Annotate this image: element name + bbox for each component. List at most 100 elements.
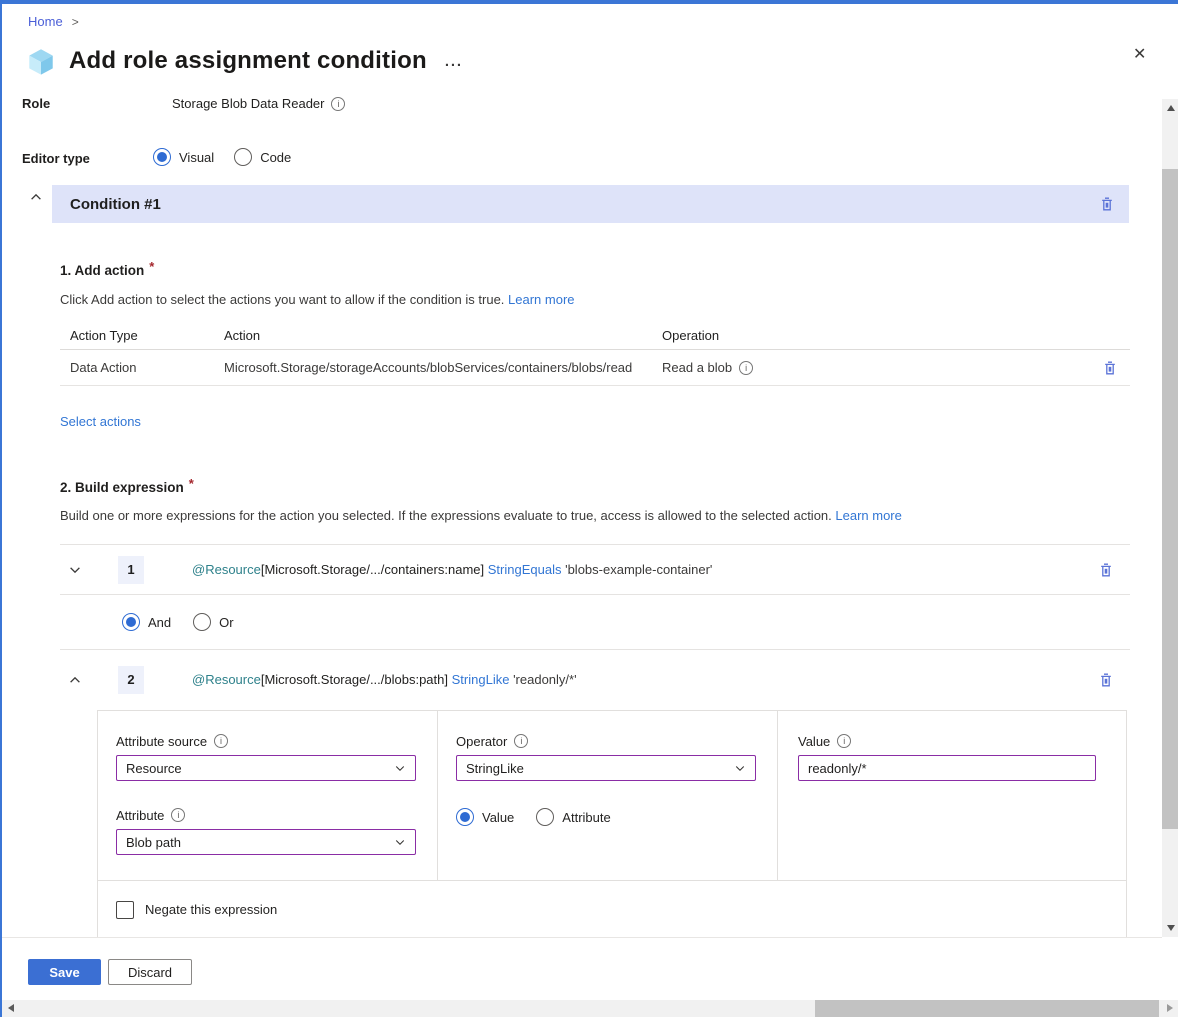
chevron-down-icon: [734, 762, 746, 774]
title-row: Add role assignment condition ···: [26, 46, 463, 76]
delete-expression-1-button[interactable]: [1098, 562, 1114, 578]
col-action-type: Action Type: [70, 328, 224, 343]
role-info-icon[interactable]: [331, 97, 345, 111]
radio-code-label: Code: [260, 150, 291, 165]
delete-condition-button[interactable]: [1099, 196, 1115, 212]
expression-2-collapse-button[interactable]: [68, 673, 82, 687]
action-table-header: Action Type Action Operation: [60, 321, 1130, 350]
cell-operation: Read a blob: [662, 360, 732, 375]
scroll-down-arrow-icon[interactable]: [1167, 925, 1175, 931]
col-action: Action: [224, 328, 662, 343]
operand-attribute-option[interactable]: Attribute: [536, 808, 610, 826]
delete-action-button[interactable]: [1102, 360, 1130, 376]
delete-expression-2-button[interactable]: [1098, 672, 1114, 688]
role-label: Role: [22, 96, 50, 111]
radio-and-label: And: [148, 615, 171, 630]
value-column: Value: [778, 711, 1128, 880]
expression-1-operator-link[interactable]: StringEquals: [488, 562, 562, 577]
cell-action: Microsoft.Storage/storageAccounts/blobSe…: [224, 360, 662, 375]
add-action-learn-more-link[interactable]: Learn more: [508, 292, 574, 307]
chevron-up-icon: [29, 190, 43, 204]
expression-1-source[interactable]: @Resource: [192, 562, 261, 577]
editor-type-visual-option[interactable]: Visual: [153, 148, 214, 166]
attribute-value: Blob path: [126, 835, 181, 850]
condition-collapse-button[interactable]: [29, 190, 43, 204]
save-button[interactable]: Save: [28, 959, 101, 985]
scroll-right-arrow-icon[interactable]: [1167, 1004, 1173, 1012]
build-expression-description-text: Build one or more expressions for the ac…: [60, 508, 832, 523]
horizontal-scrollbar-thumb[interactable]: [815, 1000, 1159, 1017]
negate-expression-label: Negate this expression: [145, 902, 277, 917]
expression-2-value: 'readonly/*': [513, 672, 577, 687]
radio-operand-value-label: Value: [482, 810, 514, 825]
operand-value-option[interactable]: Value: [456, 808, 514, 826]
radio-operand-attribute[interactable]: [536, 808, 554, 826]
required-mark: *: [149, 259, 154, 274]
trash-icon: [1098, 562, 1114, 578]
radio-operand-value[interactable]: [456, 808, 474, 826]
attribute-source-value: Resource: [126, 761, 182, 776]
attribute-info-icon[interactable]: [171, 808, 185, 822]
editor-type-radio-group: Visual Code: [153, 148, 291, 166]
negate-expression-checkbox[interactable]: [116, 901, 134, 919]
chevron-down-icon: [394, 836, 406, 848]
attribute-source-label: Attribute source: [116, 734, 207, 749]
editor-type-label: Editor type: [22, 151, 90, 166]
value-input[interactable]: [798, 755, 1096, 781]
scroll-left-arrow-icon[interactable]: [8, 1004, 14, 1012]
add-action-heading-text: 1. Add action: [60, 263, 144, 278]
breadcrumb-chevron-icon: >: [72, 15, 79, 29]
radio-visual-label: Visual: [179, 150, 214, 165]
chevron-up-icon: [68, 673, 82, 687]
expression-2-operator-link[interactable]: StringLike: [452, 672, 510, 687]
action-table: Action Type Action Operation Data Action…: [60, 321, 1130, 386]
radio-and[interactable]: [122, 613, 140, 631]
attribute-source-info-icon[interactable]: [214, 734, 228, 748]
add-role-assignment-condition-page: Home> Add role assignment condition ··· …: [0, 0, 1178, 1017]
value-info-icon[interactable]: [837, 734, 851, 748]
expression-1-expand-button[interactable]: [68, 563, 82, 577]
required-mark: *: [189, 476, 194, 491]
build-expression-description: Build one or more expressions for the ac…: [60, 508, 902, 523]
trash-icon: [1098, 672, 1114, 688]
logical-operator-radio-group: And Or: [60, 595, 1130, 650]
condition-title: Condition #1: [70, 196, 1099, 213]
operator-value: StringLike: [466, 761, 524, 776]
discard-button[interactable]: Discard: [108, 959, 192, 985]
select-actions-link[interactable]: Select actions: [60, 414, 141, 429]
build-expression-heading-text: 2. Build expression: [60, 480, 184, 495]
vertical-scrollbar[interactable]: [1162, 99, 1178, 937]
expression-1-index-badge: 1: [118, 556, 144, 584]
expression-row-2: 2 @Resource[Microsoft.Storage/.../blobs:…: [60, 650, 1130, 709]
attribute-dropdown[interactable]: Blob path: [116, 829, 416, 855]
add-action-description: Click Add action to select the actions y…: [60, 292, 575, 307]
expression-1-attribute: [Microsoft.Storage/.../containers:name]: [261, 562, 484, 577]
radio-code[interactable]: [234, 148, 252, 166]
build-expression-learn-more-link[interactable]: Learn more: [835, 508, 901, 523]
expression-list: 1 @Resource[Microsoft.Storage/.../contai…: [60, 544, 1130, 709]
radio-visual[interactable]: [153, 148, 171, 166]
more-options-icon[interactable]: ···: [445, 57, 463, 74]
vertical-scrollbar-thumb[interactable]: [1162, 169, 1178, 829]
radio-or[interactable]: [193, 613, 211, 631]
logical-and-option[interactable]: And: [122, 613, 171, 631]
operator-dropdown[interactable]: StringLike: [456, 755, 756, 781]
expression-2-attribute: [Microsoft.Storage/.../blobs:path]: [261, 672, 448, 687]
cell-action-type: Data Action: [70, 360, 224, 375]
horizontal-scrollbar[interactable]: [2, 1000, 1178, 1017]
breadcrumb-home-link[interactable]: Home: [28, 14, 63, 29]
resource-cube-icon: [26, 46, 56, 76]
scroll-up-arrow-icon[interactable]: [1167, 105, 1175, 111]
operation-info-icon[interactable]: [739, 361, 753, 375]
expression-2-source[interactable]: @Resource: [192, 672, 261, 687]
expression-1-summary: @Resource[Microsoft.Storage/.../containe…: [192, 562, 712, 577]
editor-type-code-option[interactable]: Code: [234, 148, 291, 166]
logical-or-option[interactable]: Or: [193, 613, 233, 631]
expression-2-summary: @Resource[Microsoft.Storage/.../blobs:pa…: [192, 672, 577, 687]
col-operation: Operation: [662, 328, 1086, 343]
operator-info-icon[interactable]: [514, 734, 528, 748]
action-table-row: Data Action Microsoft.Storage/storageAcc…: [60, 350, 1130, 386]
close-icon[interactable]: ✕: [1133, 47, 1146, 63]
attribute-source-dropdown[interactable]: Resource: [116, 755, 416, 781]
role-value-text: Storage Blob Data Reader: [172, 96, 324, 111]
